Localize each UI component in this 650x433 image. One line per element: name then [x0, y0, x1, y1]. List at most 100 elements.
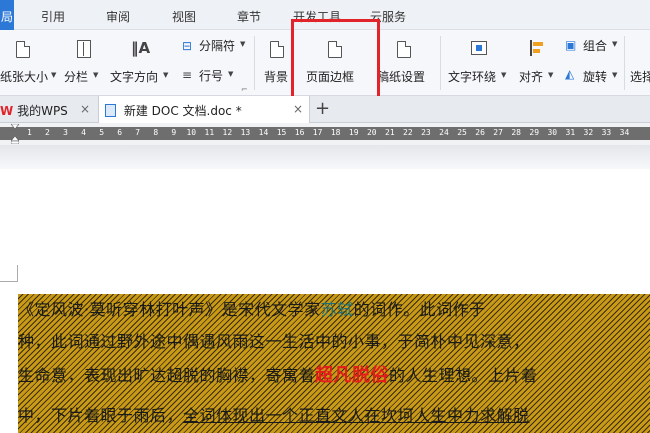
paragraph-line[interactable]: 中，下片着眼于雨后，全词体现出一个正直文人在坎坷人生中力求解脱 [18, 402, 530, 426]
text-run-highlight: 苏轼 [320, 300, 354, 319]
chevron-down-icon: ▼ [501, 71, 507, 79]
horizontal-ruler[interactable]: 1 2 3 4 5 6 7 8 9 10 11 12 13 14 15 16 17 18 19 20 21 22 23 24 2… [0, 123, 650, 145]
tab-references[interactable]: 引用 [41, 8, 65, 25]
ruler-number: 3 [63, 128, 68, 137]
tab-review[interactable]: 审阅 [106, 8, 130, 25]
text-run: 的词作。此词作于 [353, 300, 486, 319]
paper-size-icon [16, 41, 30, 58]
ruler-number: 20 [366, 128, 377, 137]
text-run: 中，下片着眼于雨后， [18, 406, 184, 425]
text-run: 的人生理想。上片着 [389, 366, 538, 385]
ruler-number: 18 [330, 128, 341, 137]
chevron-down-icon: ▼ [240, 40, 246, 48]
align-button[interactable]: 对齐 [519, 68, 543, 85]
text-wrap-icon [471, 41, 487, 55]
ruler-number: 28 [511, 128, 521, 137]
document-tab-bar: W 我的WPS × 新建 DOC 文档.doc * × + [0, 96, 650, 123]
chevron-down-icon: ▼ [51, 71, 57, 79]
text-direction-button[interactable]: 文字方向 [110, 68, 158, 85]
ruler-number: 22 [403, 128, 413, 137]
line-number-icon: ≡ [182, 68, 193, 82]
chevron-down-icon: ▼ [93, 71, 99, 79]
ruler-number: 13 [240, 128, 251, 137]
close-icon[interactable]: × [293, 102, 303, 116]
separator-button[interactable]: 分隔符 [199, 37, 235, 54]
columns-button[interactable]: 分栏 [64, 68, 88, 85]
ruler-number: 9 [171, 128, 177, 137]
ruler-number: 8 [153, 128, 159, 137]
tab-view[interactable]: 视图 [172, 8, 196, 25]
ruler-number: 27 [493, 128, 503, 137]
ribbon-divider [254, 36, 255, 90]
rotate-button[interactable]: 旋转 [583, 68, 607, 85]
background-icon [270, 41, 284, 58]
text-direction-icon: ‖A [131, 39, 151, 57]
ruler-scale: 1 2 3 4 5 6 7 8 9 10 11 12 13 14 15 16 17 18 19 20 21 22 23 24 2… [0, 127, 650, 140]
ruler-number: 11 [204, 128, 215, 137]
ruler-number: 24 [439, 128, 449, 137]
margin-corner-mark [0, 265, 18, 282]
paragraph-line[interactable]: 生命意，表现出旷达超脱的胸襟，寄寓着超凡脱俗的人生理想。上片着 [18, 361, 538, 387]
ribbon-divider [624, 36, 625, 90]
ruler-number: 14 [258, 128, 269, 137]
dialog-launcher-icon[interactable]: ⌐ [241, 85, 248, 94]
new-tab-button[interactable]: + [315, 98, 330, 119]
ruler-shadow [0, 145, 650, 169]
text-run: 《定风波·莫听穿林打叶声》是宋代文学家 [18, 300, 321, 319]
ruler-number: 16 [294, 128, 305, 137]
chevron-down-icon: ▼ [228, 70, 234, 78]
group-icon: ▣ [565, 38, 577, 52]
ruler-number: 25 [457, 128, 467, 137]
indent-marker-icon[interactable] [11, 124, 19, 144]
align-icon [530, 40, 544, 56]
ruler-number: 33 [601, 128, 612, 137]
ribbon-divider [440, 36, 441, 90]
chevron-down-icon: ▼ [548, 71, 554, 79]
ruler-number: 1 [27, 128, 32, 137]
ruler-number: 7 [135, 128, 141, 137]
ruler-number: 29 [529, 128, 540, 137]
document-icon [105, 104, 116, 117]
tab-new-doc[interactable]: 新建 DOC 文档.doc * [98, 96, 310, 123]
tab-sections[interactable]: 章节 [237, 8, 261, 25]
ruler-number: 10 [186, 128, 197, 137]
ruler-number: 15 [276, 128, 287, 137]
ruler-number: 26 [475, 128, 485, 137]
columns-icon [77, 40, 91, 58]
separator-icon: ⊟ [182, 39, 193, 53]
close-icon[interactable]: × [80, 102, 90, 116]
ruler-number: 23 [421, 128, 431, 137]
ruler-number: 34 [619, 128, 630, 137]
wps-writer-window: 局 引用 审阅 视图 章节 开发工具 云服务 纸张大小 ▼ 分栏 ▼ ‖A 文字… [0, 0, 650, 433]
highlight-box [291, 19, 380, 107]
paper-size-button[interactable]: 纸张大小 [0, 68, 48, 85]
paragraph-line[interactable]: 种，此词通过野外途中偶遇风雨这一生活中的小事，于简朴中见深意， [18, 328, 530, 352]
ruler-number: 19 [348, 128, 359, 137]
ruler-number: 12 [222, 128, 233, 137]
text-run-underlined: 全词体现出一个正直文人在坎坷人生中力求解脱 [183, 406, 530, 425]
tab-my-wps-label: 我的WPS [17, 104, 68, 118]
ruler-number: 21 [385, 128, 395, 137]
draft-paper-icon [397, 41, 411, 58]
line-number-button[interactable]: 行号 [199, 67, 223, 84]
ruler-number: 31 [565, 128, 576, 137]
background-button[interactable]: 背景 [264, 68, 288, 85]
chevron-down-icon: ▼ [612, 71, 618, 79]
ruler-number: 5 [99, 128, 105, 137]
rotate-icon: ◭ [565, 67, 575, 81]
chevron-down-icon: ▼ [612, 40, 618, 48]
group-button[interactable]: 组合 [583, 37, 607, 54]
ruler-number: 6 [117, 128, 123, 137]
wps-logo-icon: W [0, 104, 14, 118]
tab-layout[interactable]: 局 [0, 0, 14, 30]
text-wrap-button[interactable]: 文字环绕 [448, 68, 496, 85]
select-button[interactable]: 选择 [630, 68, 650, 85]
tab-new-doc-label: 新建 DOC 文档.doc * [123, 104, 242, 118]
paragraph-line[interactable]: 《定风波·莫听穿林打叶声》是宋代文学家苏轼的词作。此词作于 [18, 296, 486, 320]
text-run: 种，此词通过野外途中偶遇风雨这一生活中的小事，于简朴中见深意， [18, 332, 530, 351]
ruler-number: 32 [583, 128, 594, 137]
ruler-number: 30 [547, 128, 558, 137]
draft-paper-button[interactable]: 稿纸设置 [377, 68, 425, 85]
ruler-number: 2 [45, 128, 50, 137]
text-run: 生命意，表现出旷达超脱的胸襟，寄寓着 [18, 366, 316, 385]
